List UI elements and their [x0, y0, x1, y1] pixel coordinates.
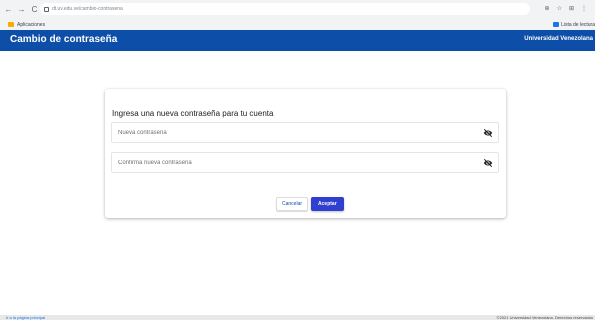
accept-button[interactable]: Aceptar: [311, 197, 344, 211]
forward-icon[interactable]: →: [17, 5, 26, 14]
footer: Ir a la página principal ©2021 Universid…: [0, 315, 595, 320]
zoom-icon[interactable]: ⊕: [545, 5, 550, 13]
confirm-password-input[interactable]: [118, 153, 478, 172]
cancel-button[interactable]: Cancelar: [276, 197, 309, 211]
form-title: Ingresa una nueva contraseña para tu cue…: [112, 109, 274, 118]
browser-chrome: ← → C dt.uv.edu.ve/cambio-contrasena ⊕ ☆…: [0, 0, 595, 30]
eye-off-icon[interactable]: [483, 128, 493, 138]
reload-icon[interactable]: C: [30, 5, 39, 14]
browser-toolbar-icons: ⊕ ☆ ⊞ ⋮: [545, 5, 587, 13]
bookmark-apps[interactable]: Aplicaciones: [17, 22, 45, 28]
footer-copyright: ©2021 Universidad Venezolana. Derechos r…: [496, 315, 593, 320]
url-text: dt.uv.edu.ve/cambio-contrasena: [52, 6, 123, 12]
eye-off-icon[interactable]: [483, 158, 493, 168]
footer-home-link[interactable]: Ir a la página principal: [6, 315, 45, 320]
app-header: Cambio de contraseña Universidad Venezol…: [0, 30, 595, 51]
confirm-password-field: [111, 152, 499, 173]
address-bar[interactable]: dt.uv.edu.ve/cambio-contrasena: [40, 3, 530, 15]
organization-name: Universidad Venezolana: [524, 36, 593, 42]
reading-list[interactable]: Lista de lectura: [545, 19, 595, 30]
reading-list-icon: [553, 22, 560, 27]
apps-icon: [8, 22, 14, 27]
new-password-field: [111, 122, 499, 143]
back-icon[interactable]: ←: [4, 5, 13, 14]
password-change-card: Ingresa una nueva contraseña para tu cue…: [105, 89, 506, 218]
bookmarks-bar: Aplicaciones Lista de lectura: [0, 19, 595, 30]
bookmark-star-icon[interactable]: ☆: [557, 5, 562, 13]
menu-icon[interactable]: ⋮: [581, 5, 587, 13]
page-title: Cambio de contraseña: [10, 34, 118, 45]
reading-list-label: Lista de lectura: [561, 21, 595, 28]
extensions-icon[interactable]: ⊞: [569, 5, 574, 13]
new-password-input[interactable]: [118, 123, 478, 142]
form-actions: Cancelar Aceptar: [276, 197, 344, 211]
browser-nav-row: ← → C dt.uv.edu.ve/cambio-contrasena ⊕ ☆…: [0, 0, 595, 19]
lock-icon: [44, 6, 49, 12]
